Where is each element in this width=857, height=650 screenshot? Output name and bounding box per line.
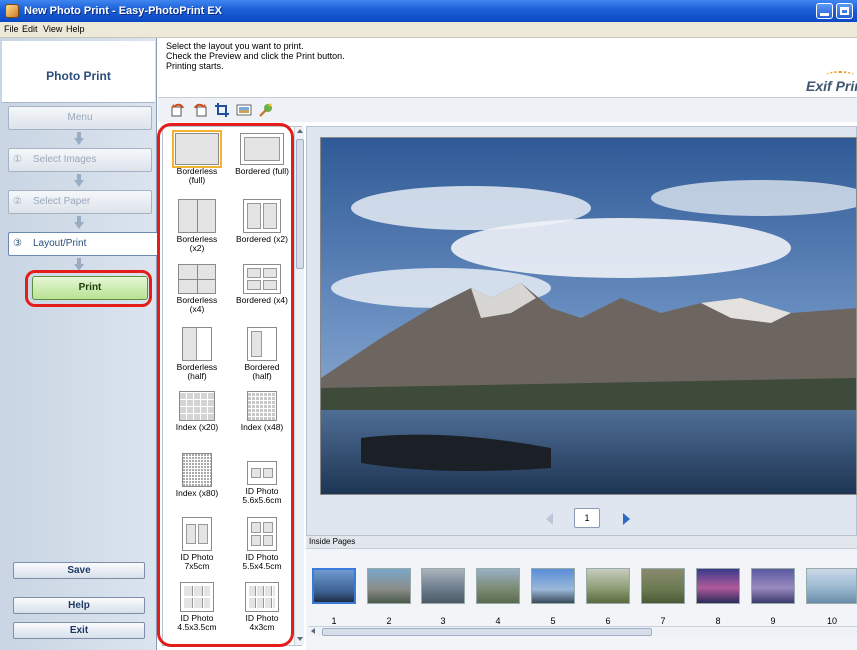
page-thumbnail[interactable]	[312, 568, 356, 604]
menu-bar: File Edit View Help	[0, 22, 857, 38]
page-thumbnail[interactable]	[531, 568, 575, 604]
save-button[interactable]: Save	[13, 562, 145, 579]
maximize-button[interactable]	[836, 3, 853, 19]
arrow-down-icon	[74, 216, 84, 230]
step-label: Select Paper	[33, 196, 91, 207]
page-number-field[interactable]: 1	[574, 508, 600, 528]
print-highlight-ring	[25, 270, 152, 307]
page-number-label: 2	[386, 616, 392, 626]
window-title: New Photo Print - Easy-PhotoPrint EX	[24, 5, 223, 17]
page-thumbnail[interactable]	[641, 568, 685, 604]
exif-print-logo: Exif Print	[806, 78, 857, 94]
page-number-label: 9	[770, 616, 776, 626]
menu-file[interactable]: File	[4, 24, 19, 34]
layout-list-scrollbar[interactable]	[294, 127, 304, 645]
previous-page-icon[interactable]	[546, 513, 553, 525]
menu-edit[interactable]: Edit	[22, 24, 38, 34]
step-number: ①	[13, 154, 22, 165]
menu-step-label: Menu	[67, 112, 93, 123]
exit-button[interactable]: Exit	[13, 622, 145, 639]
minimize-button[interactable]	[816, 3, 833, 19]
page-number-label: 4	[495, 616, 501, 626]
crop-icon[interactable]	[214, 102, 230, 118]
scroll-up-icon[interactable]	[297, 129, 303, 133]
step-select-paper[interactable]: ② Select Paper	[8, 190, 152, 214]
scroll-left-icon[interactable]	[311, 628, 315, 634]
layout-list-highlight-ring	[157, 123, 294, 647]
inside-pages-title: Inside Pages	[306, 536, 857, 549]
page-number-label: 8	[715, 616, 721, 626]
page-number-label: 5	[550, 616, 556, 626]
page-number-label: 6	[605, 616, 611, 626]
step-label: Select Images	[33, 154, 97, 165]
page-number-label: 7	[660, 616, 666, 626]
image-adjust-icon[interactable]	[236, 102, 252, 118]
step-number: ③	[13, 238, 22, 249]
help-button[interactable]: Help	[13, 597, 145, 614]
menu-view[interactable]: View	[43, 24, 62, 34]
preview-image	[320, 137, 857, 495]
inside-pages-scrollbar[interactable]	[308, 626, 857, 636]
page-thumbnail[interactable]	[476, 568, 520, 604]
page-number-label: 1	[331, 616, 337, 626]
arrow-down-icon	[74, 174, 84, 188]
next-page-icon[interactable]	[623, 513, 630, 525]
arrow-down-icon	[74, 132, 84, 146]
step-label: Layout/Print	[33, 238, 87, 249]
toolbar	[158, 98, 857, 122]
page-thumbnail[interactable]	[421, 568, 465, 604]
page-thumbnail[interactable]	[751, 568, 795, 604]
step-layout-print[interactable]: ③ Layout/Print	[8, 232, 158, 256]
scrollbar-thumb[interactable]	[296, 139, 304, 269]
rotate-right-icon[interactable]	[192, 102, 208, 118]
sidebar: Photo Print Menu ① Select Images ② Selec…	[0, 38, 158, 650]
page-thumbnail[interactable]	[696, 568, 740, 604]
page-thumbnail[interactable]	[806, 568, 857, 604]
step-number: ②	[13, 196, 22, 207]
rotate-left-icon[interactable]	[170, 102, 186, 118]
page-number-label: 10	[826, 616, 837, 626]
special-filter-icon[interactable]	[258, 102, 274, 118]
sidebar-title: Photo Print	[46, 69, 111, 83]
app-icon	[5, 4, 19, 18]
scrollbar-thumb[interactable]	[322, 628, 652, 636]
sidebar-header: Photo Print	[2, 41, 155, 103]
step-select-images[interactable]: ① Select Images	[8, 148, 152, 172]
scroll-down-icon[interactable]	[297, 637, 303, 641]
page-thumbnail[interactable]	[586, 568, 630, 604]
instruction-area: Select the layout you want to print. Che…	[158, 38, 857, 98]
menu-step-button[interactable]: Menu	[8, 106, 152, 130]
page-number-label: 3	[440, 616, 446, 626]
instruction-text: Select the layout you want to print. Che…	[166, 41, 345, 71]
menu-help[interactable]: Help	[66, 24, 85, 34]
title-bar: New Photo Print - Easy-PhotoPrint EX	[0, 0, 857, 22]
page-thumbnail[interactable]	[367, 568, 411, 604]
